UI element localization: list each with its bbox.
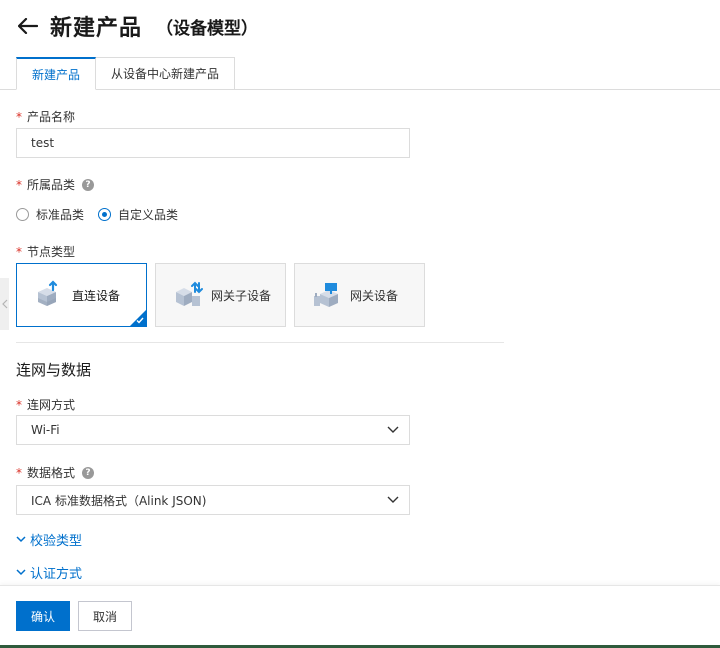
radio-unchecked-icon xyxy=(16,208,29,221)
arrow-left-icon xyxy=(18,18,38,34)
chevron-left-icon xyxy=(1,299,7,309)
page-subtitle: （设备模型） xyxy=(156,18,259,39)
question-circle-icon[interactable]: ? xyxy=(82,178,95,191)
data-format-label: * 数据格式 ? xyxy=(16,464,95,481)
tab-from-device-center[interactable]: 从设备中心新建产品 xyxy=(96,57,236,90)
chevron-down-icon xyxy=(16,536,26,543)
radio-custom-category[interactable]: 自定义品类 xyxy=(98,206,178,223)
node-card-direct-device[interactable]: 直连设备 xyxy=(16,263,147,327)
category-radio-group: 标准品类 自定义品类 xyxy=(16,206,192,223)
required-mark: * xyxy=(16,177,22,192)
page-title: 新建产品 xyxy=(50,16,143,41)
chevron-down-icon xyxy=(16,569,26,576)
node-type-cards: 直连设备 网关子设备 网关设备 xyxy=(16,263,433,327)
node-card-gateway-device[interactable]: 网关设备 xyxy=(294,263,425,327)
required-mark: * xyxy=(16,244,22,259)
tab-bar: 新建产品 从设备中心新建产品 xyxy=(16,57,236,90)
question-circle-icon[interactable]: ? xyxy=(82,466,95,479)
section-title: 连网与数据 xyxy=(16,361,92,379)
cancel-button[interactable]: 取消 xyxy=(78,601,132,631)
tab-new-product[interactable]: 新建产品 xyxy=(16,57,97,90)
back-button[interactable] xyxy=(16,14,40,38)
radio-standard-category[interactable]: 标准品类 xyxy=(16,206,84,223)
required-mark: * xyxy=(16,109,22,124)
node-card-gateway-subdevice[interactable]: 网关子设备 xyxy=(155,263,286,327)
chevron-down-icon xyxy=(387,426,399,433)
network-select[interactable]: Wi-Fi xyxy=(16,415,410,445)
network-label: * 连网方式 xyxy=(16,397,76,413)
form-footer: 确认 取消 xyxy=(0,585,720,645)
product-name-label: * 产品名称 xyxy=(16,109,76,125)
check-icon xyxy=(136,317,144,324)
data-format-select[interactable]: ICA 标准数据格式（Alink JSON) xyxy=(16,485,410,515)
gateway-device-icon xyxy=(311,279,343,311)
product-name-input[interactable] xyxy=(16,128,410,158)
gateway-subdevice-icon xyxy=(172,279,204,311)
required-mark: * xyxy=(16,397,22,412)
category-label: * 所属品类 ? xyxy=(16,176,95,193)
auth-method-toggle[interactable]: 认证方式 xyxy=(16,563,82,582)
collapse-side-handle[interactable] xyxy=(0,278,9,330)
verify-type-toggle[interactable]: 校验类型 xyxy=(16,530,82,549)
section-divider xyxy=(16,342,504,343)
direct-device-icon xyxy=(33,279,65,311)
page-header: 新建产品 （设备模型） xyxy=(16,8,258,44)
chevron-down-icon xyxy=(387,496,399,503)
required-mark: * xyxy=(16,465,22,480)
radio-checked-icon xyxy=(98,208,112,221)
node-type-label: * 节点类型 xyxy=(16,244,76,260)
confirm-button[interactable]: 确认 xyxy=(16,601,70,631)
